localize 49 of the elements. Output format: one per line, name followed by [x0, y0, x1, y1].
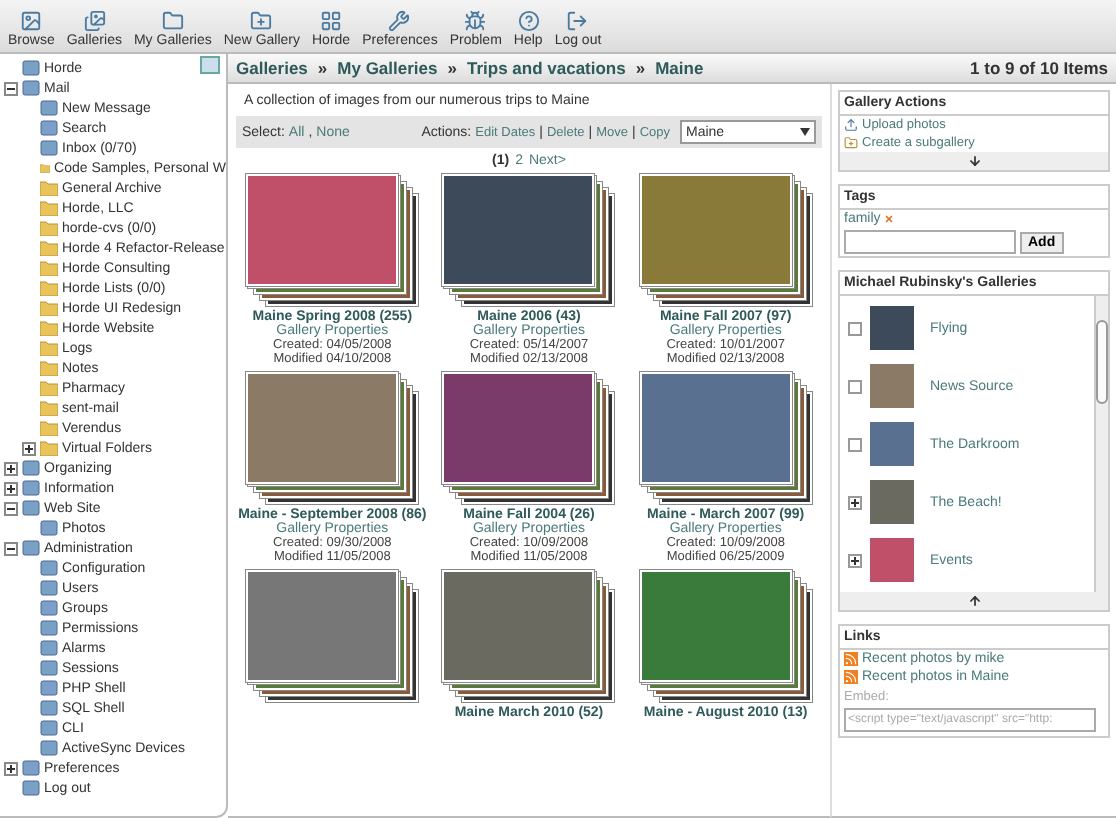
arrow-down-icon[interactable]: [967, 154, 981, 168]
leaf-box-icon[interactable]: [848, 321, 862, 335]
expand-icon[interactable]: [848, 553, 862, 567]
sidebar-toggle[interactable]: [200, 56, 220, 74]
folder-plus-icon: [844, 136, 858, 150]
tag-input[interactable]: [844, 230, 1016, 254]
bug-icon: [464, 10, 487, 32]
photo-stack-drawing[interactable]: [246, 372, 419, 504]
rss-icon: [844, 670, 858, 684]
photo-stack-drawing[interactable]: [639, 570, 812, 702]
upload-icon: [844, 118, 858, 132]
collapse-icon[interactable]: [4, 81, 18, 95]
expand-icon[interactable]: [22, 441, 36, 455]
photo-stack-drawing[interactable]: [639, 174, 812, 306]
photo-stack-drawing[interactable]: [639, 372, 812, 504]
help-icon: [517, 10, 540, 32]
photo-stack-drawing[interactable]: [442, 570, 615, 702]
expand-icon[interactable]: [4, 461, 18, 475]
photo-stack-drawing[interactable]: [442, 372, 615, 504]
breadcrumb-separator: »: [447, 58, 457, 78]
breadcrumb-separator: »: [317, 58, 328, 78]
leaf-box-icon[interactable]: [848, 437, 862, 451]
leaf-box-icon[interactable]: [848, 379, 862, 393]
expand-icon[interactable]: [4, 761, 18, 775]
collapse-icon[interactable]: [4, 501, 18, 515]
photo-stack-drawing[interactable]: [246, 174, 419, 306]
rss-icon: [844, 652, 858, 666]
folder-plus-icon: [250, 10, 273, 32]
scrollbar[interactable]: [1094, 296, 1108, 592]
photo-stack-drawing[interactable]: [246, 570, 419, 702]
folder-icon: [161, 10, 184, 32]
expand-icon[interactable]: [848, 495, 862, 509]
arrow-up-icon[interactable]: [967, 594, 981, 608]
breadcrumb-link[interactable]: Maine: [655, 58, 704, 78]
wrench-icon: [388, 10, 411, 32]
breadcrumb-link[interactable]: Trips and vacations: [466, 58, 626, 78]
image-icon: [20, 10, 43, 32]
breadcrumb-link[interactable]: My Galleries: [337, 58, 438, 78]
grid-icon: [320, 10, 343, 32]
remove-icon[interactable]: [884, 214, 895, 224]
photo-stack-drawing[interactable]: [442, 174, 615, 306]
dropdown-arrow-icon: [800, 128, 810, 136]
logout-icon: [566, 10, 589, 32]
collapse-icon[interactable]: [4, 541, 18, 555]
item-count: 1 to 9 of 10 Items: [970, 58, 1108, 78]
images-icon: [83, 10, 106, 32]
expand-icon[interactable]: [4, 481, 18, 495]
breadcrumb-separator: »: [635, 58, 646, 78]
breadcrumb-link[interactable]: Galleries: [236, 58, 308, 78]
